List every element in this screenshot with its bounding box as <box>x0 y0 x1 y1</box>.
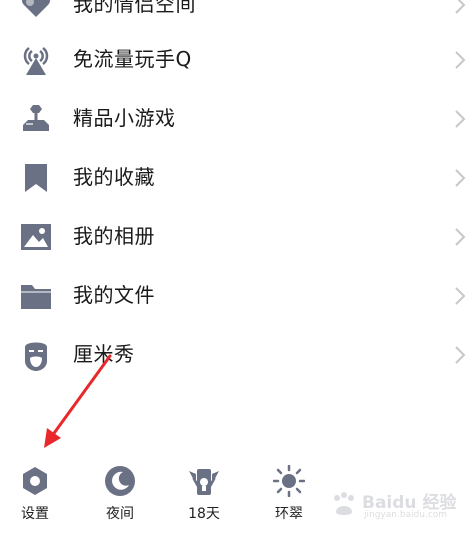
joystick-icon <box>20 103 52 135</box>
weather-icon <box>188 465 220 497</box>
menu-item-label: 我的文件 <box>73 283 155 307</box>
menu-item-free-data[interactable]: 免流量玩手Q <box>0 31 474 89</box>
menu-item-favorites[interactable]: 我的收藏 <box>0 149 474 207</box>
settings-hexagon-icon <box>19 465 51 497</box>
settings-button[interactable]: 设置 <box>5 461 65 531</box>
chevron-right-icon <box>455 110 466 128</box>
heart-couple-icon <box>20 0 52 21</box>
chevron-right-icon <box>455 51 466 69</box>
paw-logo-icon <box>334 492 354 515</box>
menu-item-label: 我的相册 <box>73 224 155 248</box>
baidu-jingyan-watermark: Baidu 经验 jingyan.baidu.com <box>330 486 456 526</box>
menu-item-files[interactable]: 我的文件 <box>0 267 474 325</box>
signal-tower-icon <box>20 44 52 76</box>
menu-item-label: 我的情侣空间 <box>73 0 196 16</box>
menu-item-label: 精品小游戏 <box>73 106 176 130</box>
folder-icon <box>20 280 52 312</box>
night-mode-label: 夜间 <box>106 506 134 522</box>
chevron-right-icon <box>455 169 466 187</box>
menu-item-label: 厘米秀 <box>73 342 135 366</box>
night-mode-button[interactable]: 夜间 <box>90 461 150 531</box>
checkin-days-label: 18天 <box>188 506 220 522</box>
menu-item-label: 免流量玩手Q <box>73 47 192 71</box>
menu-item-mini-games[interactable]: 精品小游戏 <box>0 90 474 148</box>
settings-label: 设置 <box>21 506 49 522</box>
weather-button[interactable]: 环翠 <box>259 461 319 531</box>
menu-item-label: 我的收藏 <box>73 165 155 189</box>
menu-item-cmshow[interactable]: 厘米秀 <box>0 326 474 384</box>
menu-item-album[interactable]: 我的相册 <box>0 208 474 266</box>
bearded-face-icon <box>20 339 52 371</box>
chevron-right-icon <box>455 346 466 364</box>
moon-icon <box>104 465 136 497</box>
image-icon <box>20 221 52 253</box>
checkin-days-button[interactable]: 18天 <box>174 461 234 531</box>
watermark-url: jingyan.baidu.com <box>364 510 448 520</box>
bookmark-icon <box>20 162 52 194</box>
chevron-right-icon <box>455 228 466 246</box>
chevron-right-icon <box>455 0 466 14</box>
weather-label: 环翠 <box>275 506 303 522</box>
sun-icon <box>272 464 306 498</box>
chevron-right-icon <box>455 287 466 305</box>
menu-item-couple-space[interactable]: 我的情侣空间 <box>0 0 474 34</box>
qq-side-menu: 我的情侣空间 免流量玩手Q 精品小游戏 我的收藏 我的相册 我的文件 厘米秀 设… <box>0 0 474 540</box>
